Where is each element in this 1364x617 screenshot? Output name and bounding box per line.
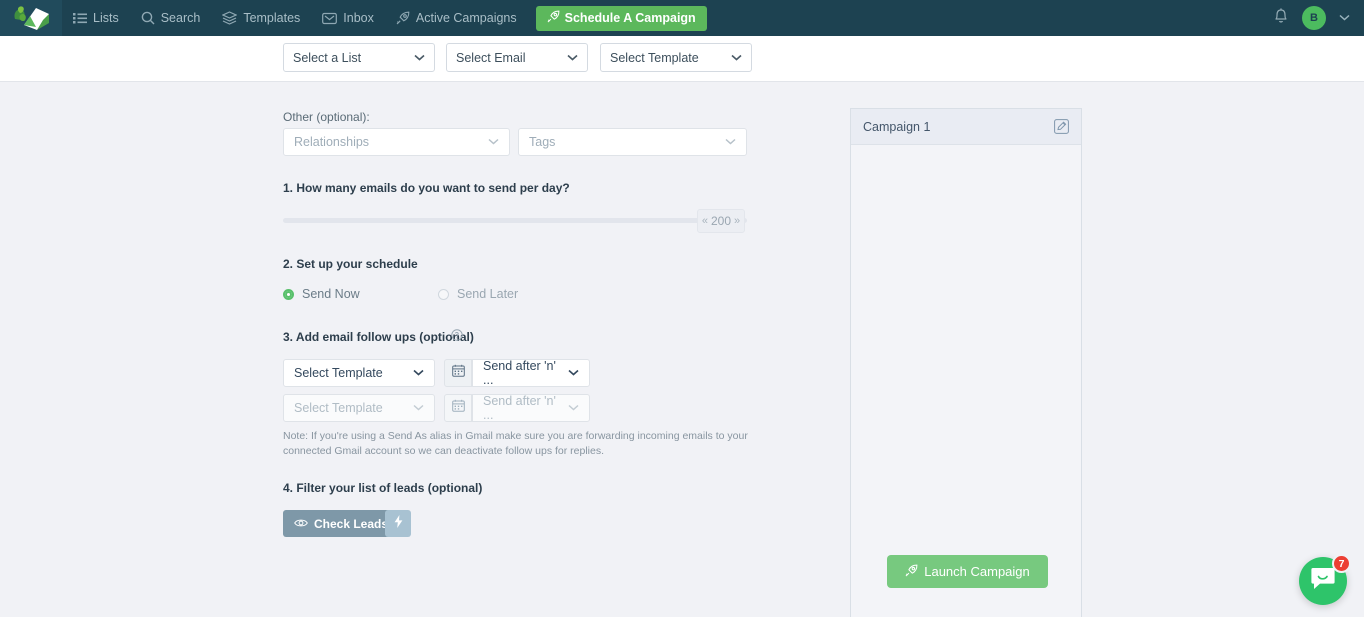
relationships-dropdown[interactable]: Relationships — [283, 128, 510, 156]
nav-item-templates[interactable]: Templates — [211, 0, 311, 36]
nav-item-search[interactable]: Search — [130, 0, 212, 36]
nav-item-label: Search — [160, 11, 201, 25]
layers-icon — [222, 11, 238, 25]
slider-handle[interactable]: « 200 » — [697, 209, 745, 233]
chevron-down-icon[interactable] — [1339, 13, 1350, 24]
campaign-panel-header: Campaign 1 — [851, 109, 1081, 145]
tags-dropdown[interactable]: Tags — [518, 128, 747, 156]
lightning-bolt-icon — [394, 514, 403, 533]
question-4-label: 4. Filter your list of leads (optional) — [283, 481, 483, 495]
nav-item-label: Lists — [93, 11, 119, 25]
chat-unread-badge: 7 — [1332, 554, 1351, 573]
schedule-radio-group: Send Now Send Later — [283, 287, 518, 301]
followup-2-timing-label: Send after 'n' ... — [483, 394, 556, 422]
emails-per-day-slider[interactable]: « 200 » — [283, 209, 747, 235]
app-logo[interactable] — [0, 0, 62, 36]
eye-icon — [294, 517, 308, 531]
followup-1-calendar-button[interactable] — [444, 359, 472, 387]
search-icon — [141, 11, 155, 25]
nav-items: Lists Search Templates Inbox Active Camp… — [62, 0, 707, 36]
emails-per-day-value: 200 — [710, 214, 732, 228]
slider-decrement-arrow[interactable]: « — [702, 215, 708, 227]
select-list-label: Select a List — [293, 50, 362, 65]
followup-2-template-label: Select Template — [294, 401, 383, 415]
tags-placeholder: Tags — [529, 135, 556, 149]
chevron-down-icon — [414, 52, 425, 64]
chevron-down-icon — [413, 367, 424, 379]
schedule-campaign-label: Schedule A Campaign — [564, 11, 696, 25]
select-email-dropdown[interactable]: Select Email — [446, 43, 588, 72]
question-circle-icon[interactable] — [451, 328, 463, 346]
chevron-down-icon — [413, 402, 424, 414]
top-navigation-bar: Lists Search Templates Inbox Active Camp… — [0, 0, 1364, 36]
followup-1-timing-label: Send after 'n' ... — [483, 359, 556, 387]
chat-bubble-smile-icon — [1310, 566, 1336, 596]
select-email-label: Select Email — [456, 50, 526, 65]
check-leads-label: Check Leads — [314, 516, 389, 531]
nav-item-active-campaigns[interactable]: Active Campaigns — [385, 0, 528, 36]
list-icon — [73, 12, 87, 24]
followup-1-template-label: Select Template — [294, 366, 383, 380]
chevron-down-icon — [568, 402, 579, 414]
calendar-icon — [451, 364, 465, 382]
launch-campaign-button[interactable]: Launch Campaign — [887, 555, 1048, 588]
campaign-panel-body: Launch Campaign — [851, 145, 1081, 617]
campaign-title: Campaign 1 — [863, 119, 931, 134]
radio-send-later[interactable]: Send Later — [438, 287, 518, 301]
check-leads-button[interactable]: Check Leads — [283, 510, 400, 537]
question-2-label: 2. Set up your schedule — [283, 257, 418, 271]
chevron-down-icon — [567, 52, 578, 64]
nav-item-lists[interactable]: Lists — [62, 0, 130, 36]
campaign-form: Other (optional): Relationships Tags 1. … — [0, 82, 1364, 617]
campaign-preview-panel: Campaign 1 Launch Campaign — [850, 108, 1082, 617]
calendar-icon — [451, 399, 465, 417]
followup-1-template-dropdown[interactable]: Select Template — [283, 359, 435, 387]
chevron-down-icon — [731, 52, 742, 64]
nav-item-label: Inbox — [343, 11, 374, 25]
inbox-icon — [322, 12, 338, 25]
schedule-campaign-button[interactable]: Schedule A Campaign — [535, 5, 707, 31]
select-list-dropdown[interactable]: Select a List — [283, 43, 435, 72]
question-1-label: 1. How many emails do you want to send p… — [283, 181, 570, 195]
edit-square-icon[interactable] — [1054, 119, 1069, 134]
chevron-down-icon — [568, 367, 579, 379]
radio-unselected-icon — [438, 288, 449, 300]
quick-filter-button[interactable] — [385, 510, 411, 537]
bell-icon[interactable] — [1273, 7, 1289, 29]
followup-1-timing-dropdown[interactable]: Send after 'n' ... — [472, 359, 590, 387]
nav-item-label: Active Campaigns — [415, 11, 517, 25]
followup-2-timing-dropdown[interactable]: Send after 'n' ... — [472, 394, 590, 422]
rocket-icon — [547, 10, 560, 26]
select-template-dropdown[interactable]: Select Template — [600, 43, 752, 72]
chevron-down-icon — [725, 136, 736, 148]
selector-bar: Select a List Select Email Select Templa… — [0, 36, 1364, 82]
followup-2-template-dropdown[interactable]: Select Template — [283, 394, 435, 422]
slider-track[interactable] — [283, 218, 747, 223]
rocket-icon — [905, 564, 918, 580]
radio-selected-icon — [283, 288, 294, 300]
other-optional-label: Other (optional): — [283, 110, 370, 124]
launch-campaign-label: Launch Campaign — [924, 564, 1030, 579]
nav-right-cluster: B — [1273, 6, 1364, 30]
envelope-leaf-logo-icon — [14, 6, 49, 30]
rocket-icon — [396, 11, 410, 25]
radio-send-now[interactable]: Send Now — [283, 287, 438, 301]
nav-item-inbox[interactable]: Inbox — [311, 0, 385, 36]
relationships-placeholder: Relationships — [294, 135, 370, 149]
select-template-label: Select Template — [610, 50, 699, 65]
question-3-label: 3. Add email follow ups (optional) — [283, 330, 474, 344]
send-now-label: Send Now — [302, 287, 360, 301]
chevron-down-icon — [488, 136, 499, 148]
avatar[interactable]: B — [1302, 6, 1326, 30]
slider-increment-arrow[interactable]: » — [734, 215, 740, 227]
gmail-alias-note: Note: If you're using a Send As alias in… — [283, 430, 748, 457]
avatar-initial: B — [1310, 12, 1318, 24]
chat-unread-count: 7 — [1338, 557, 1345, 570]
send-later-label: Send Later — [457, 287, 519, 301]
nav-item-label: Templates — [243, 11, 301, 25]
followup-2-calendar-button[interactable] — [444, 394, 472, 422]
